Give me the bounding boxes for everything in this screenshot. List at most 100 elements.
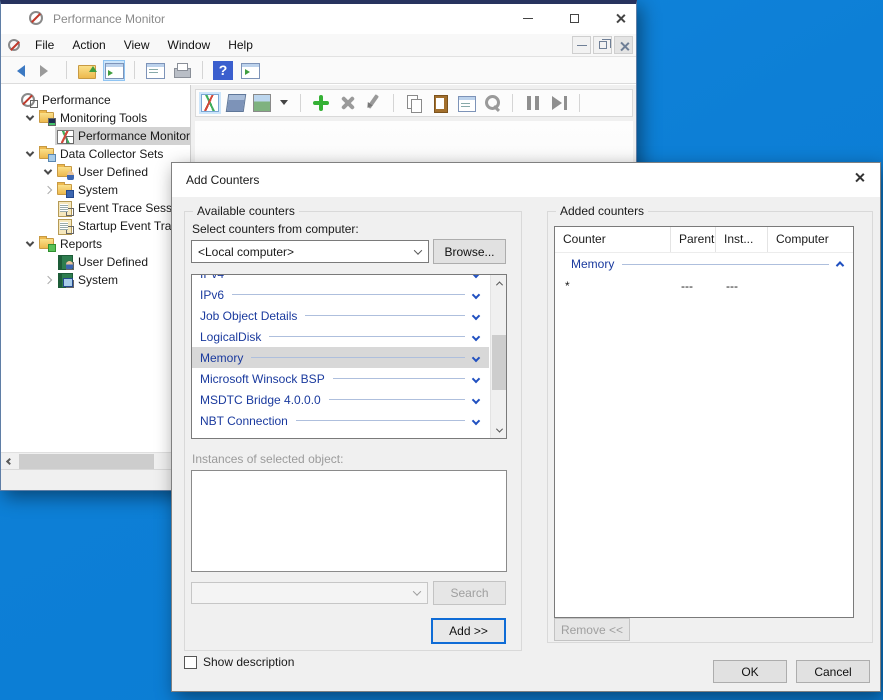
counter-row[interactable]: Microsoft Winsock BSP [192, 368, 489, 389]
remove-button: Remove << [554, 618, 630, 641]
scrollbar-thumb[interactable] [492, 335, 506, 390]
delete-counter-icon[interactable] [338, 94, 356, 112]
column-header[interactable]: Counter [555, 227, 671, 252]
minimize-button[interactable] [520, 10, 536, 26]
menu-item[interactable]: Window [159, 34, 220, 56]
chevron-down-icon[interactable] [408, 249, 428, 255]
properties-icon[interactable] [457, 94, 475, 112]
scroll-up-arrow-icon[interactable] [491, 275, 507, 291]
properties-icon[interactable] [145, 61, 165, 80]
show-console-tree-icon[interactable] [104, 61, 124, 80]
ok-button[interactable]: OK [713, 660, 787, 683]
close-button[interactable] [612, 10, 628, 26]
counters-vertical-scrollbar[interactable] [490, 275, 506, 438]
tree-item[interactable]: User Defined [1, 163, 190, 181]
menu-item[interactable]: Help [219, 34, 262, 56]
add-button[interactable]: Add >> [431, 618, 506, 644]
mdi-minimize-button[interactable] [572, 36, 591, 54]
browse-button[interactable]: Browse... [433, 239, 506, 264]
counter-expand-chevron-icon[interactable] [472, 353, 480, 361]
back-icon[interactable] [9, 61, 29, 80]
added-counters-table[interactable]: CounterParentInst...Computer Memory * --… [554, 226, 854, 618]
table-header: CounterParentInst...Computer [555, 227, 853, 253]
tree-item[interactable]: Performance Monitor [1, 127, 190, 145]
maximize-button[interactable] [566, 10, 582, 26]
tree-item[interactable]: User Defined [1, 253, 190, 271]
tree-expander[interactable] [41, 169, 55, 175]
tree-expander[interactable] [23, 115, 37, 121]
counter-collapse-chevron-icon[interactable] [836, 261, 844, 269]
computer-combobox[interactable]: <Local computer> [191, 240, 429, 263]
menu-item[interactable]: View [115, 34, 159, 56]
instances-listbox[interactable] [191, 470, 507, 572]
counter-expand-chevron-icon[interactable] [472, 290, 480, 298]
mdi-close-button[interactable] [614, 36, 633, 54]
mdi-restore-button[interactable] [593, 36, 612, 54]
new-window-icon[interactable] [240, 61, 260, 80]
counter-expand-chevron-icon[interactable] [472, 332, 480, 340]
scrollbar-thumb[interactable] [19, 454, 154, 469]
update-data-icon[interactable] [550, 94, 568, 112]
counter-row[interactable]: LogicalDisk [192, 326, 489, 347]
table-row[interactable]: * --- --- [555, 275, 853, 297]
cancel-button[interactable]: Cancel [796, 660, 870, 683]
view-histogram-icon[interactable] [226, 94, 247, 112]
tree-item[interactable]: Data Collector Sets [1, 145, 190, 163]
menu-item[interactable]: File [26, 34, 63, 56]
tree-expander[interactable] [23, 151, 37, 157]
add-counters-icon[interactable] [312, 94, 330, 112]
counter-row[interactable]: NBT Connection [192, 410, 489, 431]
add-counters-dialog: Add Counters Available counters Select c… [171, 162, 881, 692]
main-toolbar [1, 57, 636, 84]
counter-expand-chevron-icon[interactable] [472, 374, 480, 382]
tree-item[interactable]: System [1, 181, 190, 199]
column-header[interactable]: Computer [768, 227, 853, 252]
graph-type-dropdown-icon[interactable] [279, 94, 289, 112]
menu-item[interactable]: Action [63, 34, 114, 56]
tree-item-label: User Defined [78, 165, 148, 179]
tree-item[interactable]: Reports [1, 235, 190, 253]
help-icon[interactable] [213, 61, 233, 80]
show-description-checkbox[interactable] [184, 656, 197, 669]
tree-item[interactable]: System [1, 271, 190, 289]
freeze-display-icon[interactable] [524, 94, 542, 112]
toolbar-separator [512, 94, 513, 112]
tree-horizontal-scrollbar[interactable] [1, 452, 190, 469]
counter-group-row[interactable]: Memory [555, 253, 853, 275]
tree-expander[interactable] [41, 277, 55, 283]
tree-item[interactable]: Startup Event Trace S [1, 217, 190, 235]
counter-expand-chevron-icon[interactable] [472, 416, 480, 424]
counter-label: IPv4 [200, 274, 224, 281]
export-icon[interactable] [77, 61, 97, 80]
counter-label: IPv6 [200, 288, 224, 302]
print-icon[interactable] [172, 61, 192, 80]
view-line-chart-icon[interactable] [201, 94, 219, 112]
tree-expander[interactable] [41, 187, 55, 193]
counter-row[interactable]: Memory [192, 347, 489, 368]
tree-expander[interactable] [23, 241, 37, 247]
dialog-close-icon[interactable] [854, 172, 868, 186]
counter-row[interactable]: IPv4 [192, 274, 489, 284]
column-header[interactable]: Parent [671, 227, 716, 252]
tree-item-label: System [78, 183, 118, 197]
counter-row[interactable]: IPv6 [192, 284, 489, 305]
highlight-icon[interactable] [364, 94, 382, 112]
zoom-icon[interactable] [483, 94, 501, 112]
tree-item[interactable]: Performance [1, 91, 190, 109]
window-title: Performance Monitor [53, 12, 165, 26]
tree-item[interactable]: Event Trace Sessions [1, 199, 190, 217]
column-header[interactable]: Inst... [716, 227, 768, 252]
forward-icon[interactable] [36, 61, 56, 80]
counter-row[interactable]: Job Object Details [192, 305, 489, 326]
tree-item[interactable]: Monitoring Tools [1, 109, 190, 127]
copy-properties-icon[interactable] [405, 94, 423, 112]
counter-expand-chevron-icon[interactable] [472, 395, 480, 403]
change-graph-type-icon[interactable] [253, 94, 271, 112]
scroll-down-arrow-icon[interactable] [491, 422, 507, 438]
counter-expand-chevron-icon[interactable] [472, 274, 480, 278]
scroll-left-arrow-icon[interactable] [1, 453, 18, 469]
paste-counter-list-icon[interactable] [431, 94, 449, 112]
counter-expand-chevron-icon[interactable] [472, 311, 480, 319]
counter-row[interactable]: MSDTC Bridge 4.0.0.0 [192, 389, 489, 410]
counters-listbox[interactable]: IPv4 IPv6 Job Object Details [191, 274, 507, 439]
